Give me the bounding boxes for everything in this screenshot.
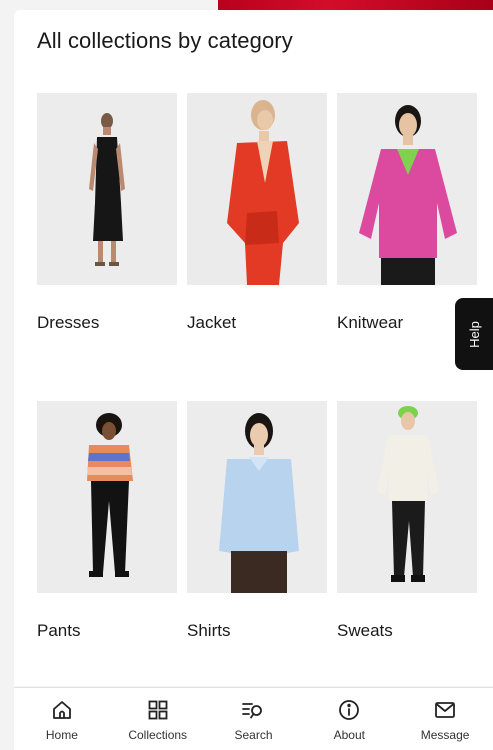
nav-label-message: Message xyxy=(420,728,470,742)
category-label-knitwear[interactable]: Knitwear xyxy=(337,313,403,333)
home-icon xyxy=(52,701,71,719)
nav-item-home[interactable]: Home xyxy=(14,688,110,750)
category-label-pants[interactable]: Pants xyxy=(37,621,80,641)
page: All collections by category Dresses Jack… xyxy=(0,0,493,750)
nav-label-home: Home xyxy=(45,728,78,742)
category-tile-jacket[interactable]: Jacket xyxy=(187,93,327,332)
nav-label-collections: Collections xyxy=(128,728,188,742)
nav-item-collections[interactable]: Collections xyxy=(110,688,206,750)
category-image-jacket xyxy=(187,93,327,285)
nav-item-about[interactable]: About xyxy=(301,688,397,750)
nav-item-message[interactable]: Message xyxy=(397,688,493,750)
search-icon xyxy=(242,703,263,719)
category-tile-dresses[interactable]: Dresses xyxy=(37,93,177,332)
info-icon xyxy=(339,700,360,720)
category-tile-knitwear[interactable]: Knitwear xyxy=(337,93,477,332)
nav-item-search[interactable]: Search xyxy=(206,688,302,750)
category-label-shirts[interactable]: Shirts xyxy=(187,621,230,641)
category-image-knitwear xyxy=(337,93,477,285)
category-label-dresses[interactable]: Dresses xyxy=(37,313,99,333)
help-label: Help xyxy=(466,320,482,348)
category-image-sweats xyxy=(337,401,477,593)
collections-card: All collections by category Dresses Jack… xyxy=(14,10,493,686)
bottom-nav: Home Collections Search About Message xyxy=(14,687,493,750)
category-label-jacket[interactable]: Jacket xyxy=(187,313,236,333)
category-label-sweats[interactable]: Sweats xyxy=(337,621,393,641)
category-tile-shirts[interactable]: Shirts xyxy=(187,401,327,640)
grid-icon xyxy=(148,700,168,720)
mail-icon xyxy=(435,702,455,718)
category-image-dresses xyxy=(37,93,177,285)
nav-label-about: About xyxy=(333,728,365,742)
nav-label-search: Search xyxy=(234,728,273,742)
category-image-shirts xyxy=(187,401,327,593)
page-title: All collections by category xyxy=(37,28,293,53)
help-button[interactable]: Help xyxy=(455,298,493,370)
category-tile-sweats[interactable]: Sweats xyxy=(337,401,477,640)
category-image-pants xyxy=(37,401,177,593)
category-tile-pants[interactable]: Pants xyxy=(37,401,177,640)
